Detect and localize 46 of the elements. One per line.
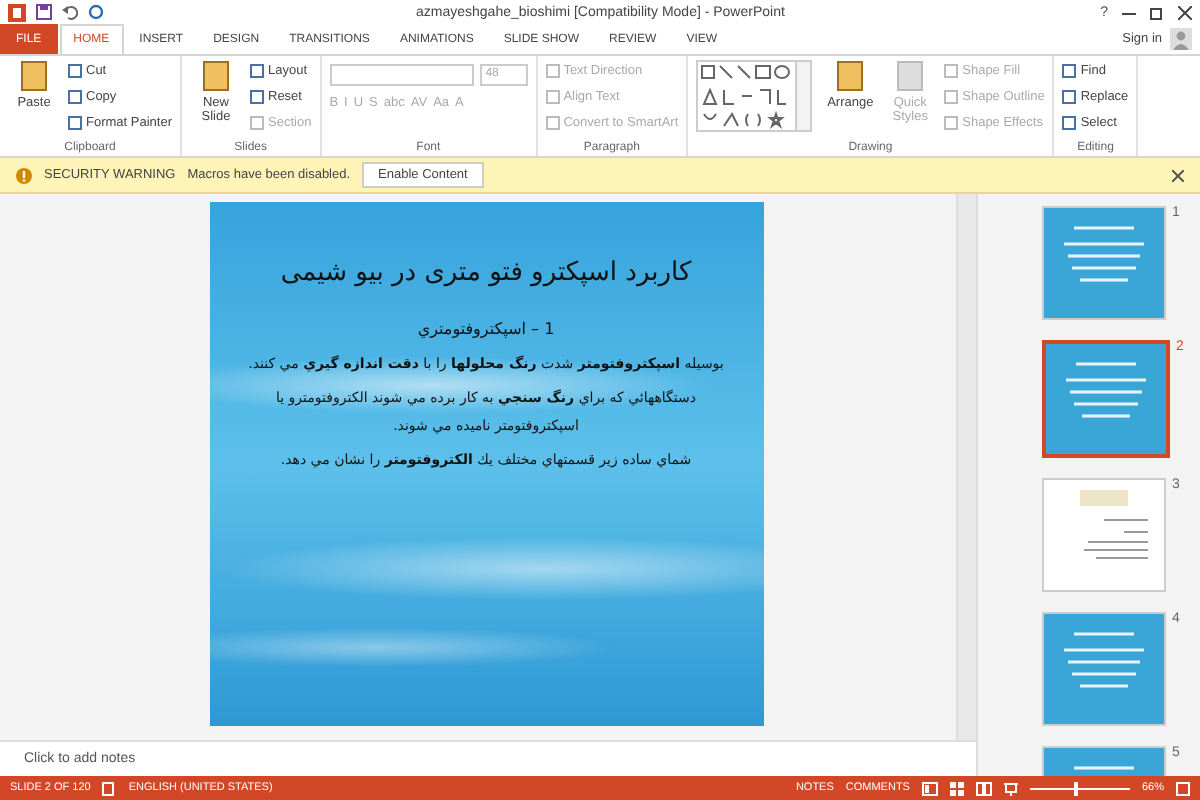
square-icon [68,90,82,104]
close-icon[interactable] [1178,5,1192,19]
spell-check-icon[interactable] [102,781,117,795]
square-icon [250,116,264,130]
slide-thumbnail[interactable] [1042,478,1166,592]
avatar-icon [1170,28,1192,50]
square-icon [944,90,959,104]
square-icon [545,90,560,104]
zoom-slider[interactable] [1029,781,1130,795]
square-icon [545,116,560,130]
slide-thumbnail[interactable] [1042,340,1170,458]
square-icon [944,116,959,130]
slide-thumbnail[interactable] [1042,206,1166,320]
square-icon [1062,116,1077,130]
slide-thumbnail[interactable] [1042,612,1166,726]
normal-view-icon[interactable] [921,781,938,795]
scroll-bar[interactable] [956,194,976,740]
font-name-field[interactable] [329,64,474,86]
restore-icon[interactable] [1150,5,1164,19]
document-icon [834,60,867,92]
slide-thumbnail-drawing [1044,208,1164,318]
square-icon [250,64,264,78]
slide-sorter-icon[interactable] [949,781,964,795]
square-icon [68,116,82,130]
fit-slide-icon[interactable] [1176,781,1190,795]
slide-thumbnail-drawing [1044,480,1164,590]
warning-icon [16,167,32,183]
square-icon [1062,64,1077,78]
square-icon [250,90,264,104]
slide-thumbnail-drawing [1046,344,1166,454]
slide-show-icon[interactable] [1003,781,1018,795]
document-icon [894,60,927,92]
save-icon[interactable] [36,4,52,20]
reading-view-icon[interactable] [975,781,992,795]
square-icon [1062,90,1077,104]
slide-title: کاربرد اسپکترو فتو متری در بیو شیمی [278,258,694,288]
square-icon [944,64,959,78]
document-icon [18,60,50,92]
shapes-gallery-drawing[interactable] [696,60,813,132]
close-icon[interactable] [1172,169,1184,181]
undo-icon[interactable] [62,4,78,20]
document-icon [200,60,232,92]
square-icon [68,64,82,78]
slide-thumbnail-drawing [1044,614,1164,724]
slide-subtitle: 1 – اسپكتروفتومتري [415,320,557,338]
square-icon [545,64,560,78]
